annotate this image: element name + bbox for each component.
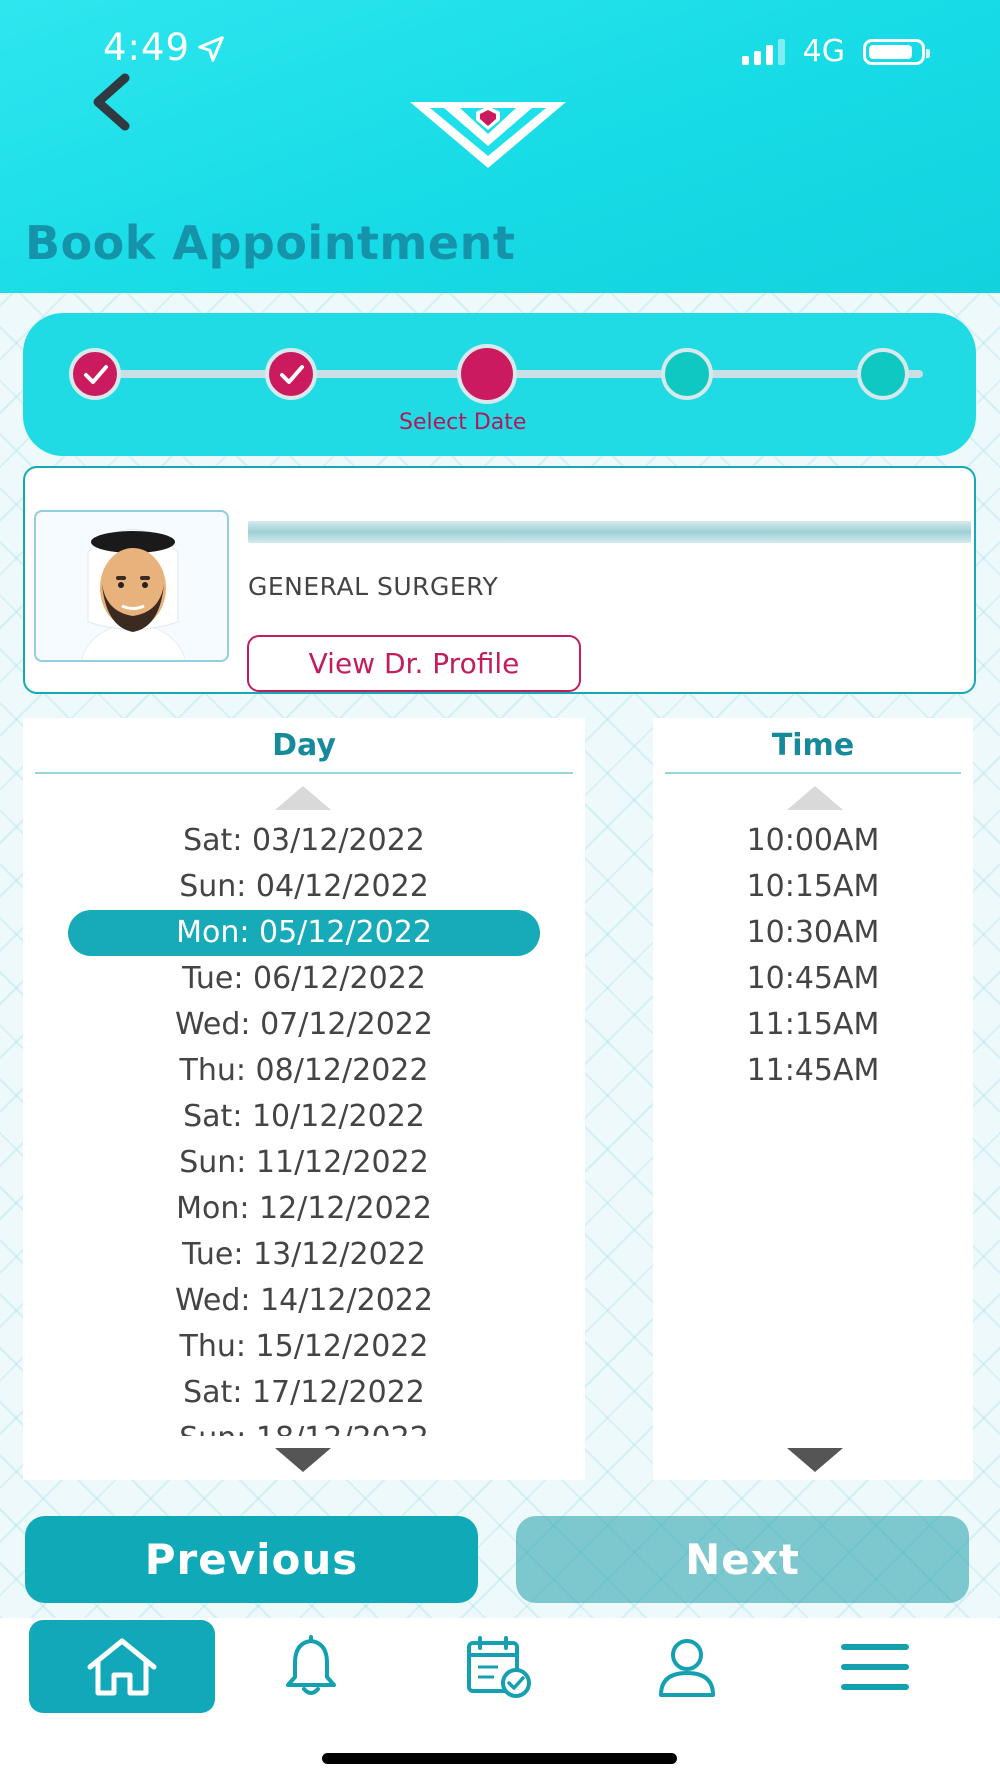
day-option[interactable]: Wed: 07/12/2022 [23,1002,585,1048]
time-option[interactable]: 10:45AM [653,956,973,1002]
user-icon [659,1638,715,1697]
tab-appointments[interactable] [406,1620,592,1713]
day-option[interactable]: Thu: 15/12/2022 [23,1324,585,1370]
day-picker: Day Sat: 03/12/2022 Sun: 04/12/2022 Mon: 0… [23,718,585,1480]
time-heading: Time [771,728,855,763]
tab-notifications[interactable] [218,1620,404,1713]
doctor-avatar [34,510,229,662]
step-3-current [457,344,517,404]
time-option[interactable]: 11:15AM [653,1002,973,1048]
signal-icon [741,38,785,65]
time-list[interactable]: 10:00AM 10:15AM 10:30AM 10:45AM 11:15AM 11:45… [653,818,973,1156]
time-scroll-up-arrow-icon[interactable] [787,786,843,810]
next-button[interactable]: Next [516,1516,969,1603]
battery-icon [863,38,930,65]
back-button[interactable] [80,70,150,140]
calendar-check-icon [467,1635,531,1698]
day-scroll-up-arrow-icon[interactable] [275,786,331,810]
app-logo [410,102,566,168]
check-icon [280,365,304,384]
time-option[interactable]: 10:30AM [653,910,973,956]
step-4-pending [661,348,713,400]
day-heading-divider [35,772,573,774]
check-icon [84,365,108,384]
day-option[interactable]: Wed: 14/12/2022 [23,1278,585,1324]
day-option[interactable]: Sun: 04/12/2022 [23,864,585,910]
day-option[interactable]: Sun: 18/12/2022 [23,1416,585,1436]
time-picker: Time 10:00AM 10:15AM 10:30AM 10:45AM 11:15AM… [653,718,973,1480]
day-option[interactable]: Thu: 08/12/2022 [23,1048,585,1094]
menu-icon [841,1643,909,1690]
day-option[interactable]: Sat: 10/12/2022 [23,1094,585,1140]
current-step-label: Select Date [399,410,527,435]
page-title: Book Appointment [25,216,516,270]
tab-home[interactable] [29,1620,215,1713]
time-heading-divider [665,772,961,774]
doctor-card: GENERAL SURGERY View Dr. Profile [23,466,976,694]
progress-stepper: Select Date [23,313,976,456]
step-5-pending [857,348,909,400]
home-icon [87,1638,157,1695]
previous-button[interactable]: Previous [25,1516,478,1603]
day-option-selected[interactable]: Mon: 05/12/2022 [68,910,540,956]
time-option[interactable]: 11:45AM [653,1048,973,1094]
day-list[interactable]: Sat: 03/12/2022 Sun: 04/12/2022 Mon: 05/12… [23,818,585,1436]
time-option[interactable]: 10:00AM [653,818,973,864]
day-option[interactable]: Sun: 11/12/2022 [23,1140,585,1186]
status-indicators: 4G [741,34,930,69]
tab-profile[interactable] [594,1620,780,1713]
home-indicator [322,1753,677,1764]
step-2-completed [265,348,317,400]
network-label: 4G [802,34,845,69]
day-heading: Day [272,728,336,763]
day-option[interactable]: Tue: 13/12/2022 [23,1232,585,1278]
day-option[interactable]: Sat: 03/12/2022 [23,818,585,864]
tab-menu[interactable] [782,1620,968,1713]
day-scroll-down-arrow-icon[interactable] [275,1448,331,1472]
step-1-completed [69,348,121,400]
bell-icon [286,1634,336,1695]
status-time: 4:49 [103,26,226,69]
app-header: 4:49 4G Book Appointment [0,0,1000,293]
chevron-left-icon [93,73,130,131]
time-scroll-down-arrow-icon[interactable] [787,1448,843,1472]
day-option[interactable]: Mon: 12/12/2022 [23,1186,585,1232]
day-option[interactable]: Tue: 06/12/2022 [23,956,585,1002]
view-profile-button[interactable]: View Dr. Profile [247,635,581,692]
location-arrow-icon [198,36,224,62]
doctor-specialty: GENERAL SURGERY [248,572,499,601]
day-option[interactable]: Sat: 17/12/2022 [23,1370,585,1416]
doctor-name-redacted [248,521,971,543]
time-option[interactable]: 10:15AM [653,864,973,910]
